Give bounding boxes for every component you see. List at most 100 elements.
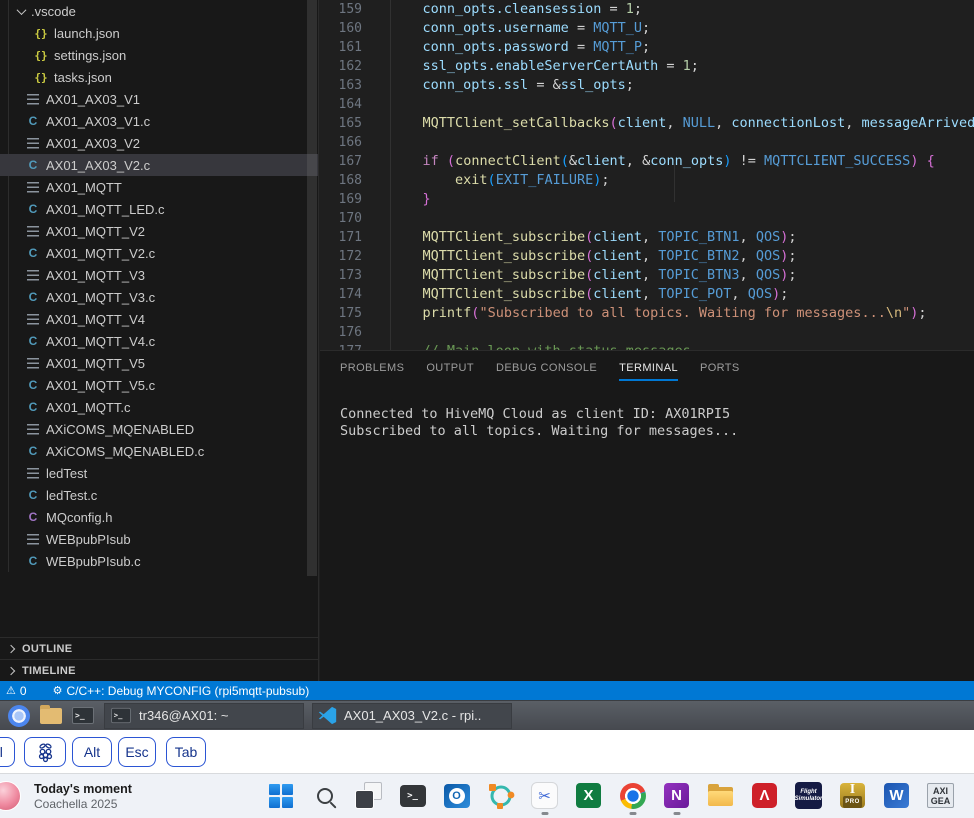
raspberry-pi-key-button[interactable] [24,737,66,767]
chevron-right-icon [7,666,15,674]
search-icon[interactable] [309,780,340,811]
chrome-icon[interactable] [617,780,648,811]
c-file-icon: C [26,444,40,458]
problems-status-item[interactable]: ⚠ 0 [0,681,33,700]
line-number: 176 [320,323,362,342]
word-icon[interactable]: W [881,780,912,811]
file-tree-item-AX01_AX03_V2[interactable]: AX01_AX03_V2 [0,132,318,154]
ctrl-key-button[interactable]: Ctrl [0,737,15,767]
creative-pro-icon[interactable]: IPRO [837,780,868,811]
file-tree-item-AX01_MQTT_V5[interactable]: AX01_MQTT_V5 [0,352,318,374]
file-tree-item-.vscode[interactable]: .vscode [0,0,318,22]
terminal-launcher-icon[interactable]: >_ [70,704,96,728]
pi-window-button-terminal[interactable]: >_ tr346@AX01: ~ [104,703,304,729]
file-label: ledTest [46,466,87,481]
code-editor[interactable]: 159 conn_opts.cleansession = 1;160 conn_… [320,0,974,350]
panel-tab-bar: PROBLEMS OUTPUT DEBUG CONSOLE TERMINAL PORTS [320,351,974,384]
code-line-169: 169 } [320,190,974,209]
debug-config-status-item[interactable]: ⚙ C/C++: Debug MYCONFIG (rpi5mqtt-pubsub… [47,681,316,700]
file-manager-launcher-icon[interactable] [38,704,64,728]
line-number: 172 [320,247,362,266]
terminal-icon[interactable]: >_ [397,780,428,811]
file-tree-item-AX01_MQTT.c[interactable]: CAX01_MQTT.c [0,396,318,418]
binary-file-icon [27,534,39,545]
terminal-output[interactable]: Connected to HiveMQ Cloud as client ID: … [320,384,974,440]
terminal-icon: >_ [111,708,131,723]
alt-key-button[interactable]: Alt [72,737,112,767]
c-file-icon: C [26,488,40,502]
file-label: MQconfig.h [46,510,112,525]
header-file-icon: C [26,510,40,524]
file-label: AX01_AX03_V2.c [46,158,150,173]
pi-window-button-vscode[interactable]: AX01_AX03_V2.c - rpi.. [312,703,512,729]
file-tree-item-launch.json[interactable]: {}launch.json [0,22,318,44]
packet-tracer-icon[interactable] [485,780,516,811]
file-label: AX01_MQTT_V5 [46,356,145,371]
remote-desktop-screen: .vscode{}launch.json{}settings.json{}tas… [0,0,974,818]
file-label: AX01_AX03_V1.c [46,114,150,129]
file-label: WEBpubPIsub [46,532,131,547]
binary-file-icon [27,182,39,193]
file-tree-item-AX01_MQTT_V3[interactable]: AX01_MQTT_V3 [0,264,318,286]
file-tree-item-AX01_MQTT_V5.c[interactable]: CAX01_MQTT_V5.c [0,374,318,396]
task-view-icon[interactable] [353,780,384,811]
file-tree-item-ledTest[interactable]: ledTest [0,462,318,484]
line-number: 169 [320,190,362,209]
file-tree-item-ledTest.c[interactable]: CledTest.c [0,484,318,506]
panel-tab-ports[interactable]: PORTS [700,351,740,384]
line-number: 170 [320,209,362,228]
file-explorer-icon[interactable] [705,780,736,811]
file-label: AX01_AX03_V1 [46,92,140,107]
file-label: AX01_MQTT_V4.c [46,334,155,349]
panel-tab-debug-console[interactable]: DEBUG CONSOLE [496,351,597,384]
file-tree-item-tasks.json[interactable]: {}tasks.json [0,66,318,88]
widgets-button[interactable]: Today's moment Coachella 2025 [0,774,132,818]
file-tree-item-AX01_MQTT_V4.c[interactable]: CAX01_MQTT_V4.c [0,330,318,352]
file-tree-item-WEBpubPIsub[interactable]: WEBpubPIsub [0,528,318,550]
pi-window-title: tr346@AX01: ~ [139,708,228,723]
file-tree-item-AX01_MQTT_V2[interactable]: AX01_MQTT_V2 [0,220,318,242]
file-tree-item-AX01_MQTT_V3.c[interactable]: CAX01_MQTT_V3.c [0,286,318,308]
file-tree-item-AX01_MQTT_LED.c[interactable]: CAX01_MQTT_LED.c [0,198,318,220]
outlook-icon[interactable]: O [441,780,472,811]
c-file-icon: C [26,400,40,414]
binary-file-icon [27,424,39,435]
widget-thumbnail [0,781,21,811]
file-tree-item-AXiCOMS_MQENABLED[interactable]: AXiCOMS_MQENABLED [0,418,318,440]
file-tree-item-MQconfig.h[interactable]: C MQconfig.h [0,506,318,528]
file-tree-item-AX01_MQTT[interactable]: AX01_MQTT [0,176,318,198]
file-tree-item-WEBpubPIsub.c[interactable]: CWEBpubPIsub.c [0,550,318,572]
file-label: AXiCOMS_MQENABLED [46,422,194,437]
line-number: 166 [320,133,362,152]
outline-label: OUTLINE [22,643,72,655]
file-tree-item-AXiCOMS_MQENABLED.c[interactable]: CAXiCOMS_MQENABLED.c [0,440,318,462]
axi-gea-icon[interactable]: AXIGEA [925,780,956,811]
acrobat-icon[interactable]: Λ [749,780,780,811]
chromium-launcher-icon[interactable] [6,704,32,728]
code-line-167: 167 if (connectClient(&client, &conn_opt… [320,152,974,171]
file-tree-item-AX01_MQTT_V4[interactable]: AX01_MQTT_V4 [0,308,318,330]
file-tree-item-AX01_MQTT_V2.c[interactable]: CAX01_MQTT_V2.c [0,242,318,264]
file-label: tasks.json [54,70,112,85]
panel-tab-problems[interactable]: PROBLEMS [340,351,404,384]
file-tree-item-AX01_AX03_V1.c[interactable]: CAX01_AX03_V1.c [0,110,318,132]
timeline-section-header[interactable]: TIMELINE [0,659,319,681]
snipping-icon[interactable]: ✂ [529,780,560,811]
start-icon[interactable] [265,780,296,811]
file-tree-item-AX01_AX03_V1[interactable]: AX01_AX03_V1 [0,88,318,110]
outline-section-header[interactable]: OUTLINE [0,637,319,659]
panel-tab-terminal[interactable]: TERMINAL [619,351,678,384]
file-label: AX01_MQTT_V4 [46,312,145,327]
line-number: 177 [320,342,362,350]
file-tree-item-AX01_AX03_V2.c[interactable]: CAX01_AX03_V2.c [0,154,318,176]
esc-key-button[interactable]: Esc [118,737,156,767]
tab-key-button[interactable]: Tab [166,737,206,767]
file-tree-item-settings.json[interactable]: {}settings.json [0,44,318,66]
excel-icon[interactable]: X [573,780,604,811]
onenote-icon[interactable]: N [661,780,692,811]
binary-file-icon [27,94,39,105]
sidebar-scrollbar[interactable] [307,0,317,576]
flight-simulator-icon[interactable]: FlightSimulator [793,780,824,811]
code-line-161: 161 conn_opts.password = MQTT_P; [320,38,974,57]
panel-tab-output[interactable]: OUTPUT [426,351,474,384]
